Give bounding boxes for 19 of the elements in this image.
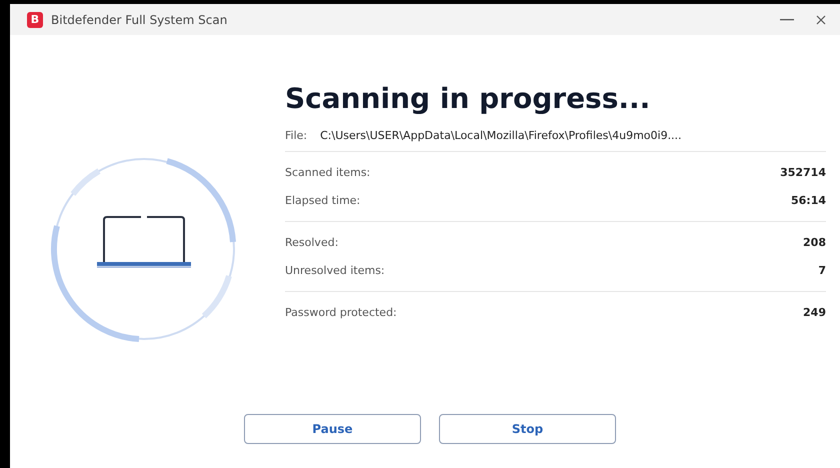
action-button[interactable]: Pause [244, 414, 421, 444]
stat-value: 56:14 [790, 194, 826, 208]
stat-label: Unresolved items: [285, 264, 385, 278]
scan-heading: Scanning in progress... [285, 82, 652, 116]
file-label: File: [285, 129, 308, 142]
stat-value: 208 [803, 236, 826, 250]
stat-value: 352714 [780, 166, 826, 180]
stat-label: Scanned items: [285, 166, 370, 180]
stat-label: Password protected: [285, 306, 397, 320]
action-button[interactable]: Stop [439, 414, 616, 444]
app-logo: B [27, 12, 43, 28]
stat-label: Elapsed time: [285, 194, 360, 208]
close-icon[interactable] [816, 14, 826, 24]
minimize-icon[interactable] [780, 18, 794, 20]
stat-value: 249 [803, 306, 826, 320]
file-path: C:\Users\USER\AppData\Local\Mozilla\Firefox\Profiles\4u9mo0i9.... [320, 129, 682, 142]
window-title: Bitdefender Full System Scan [51, 12, 228, 26]
stat-label: Resolved: [285, 236, 338, 250]
stat-value: 7 [818, 264, 826, 278]
